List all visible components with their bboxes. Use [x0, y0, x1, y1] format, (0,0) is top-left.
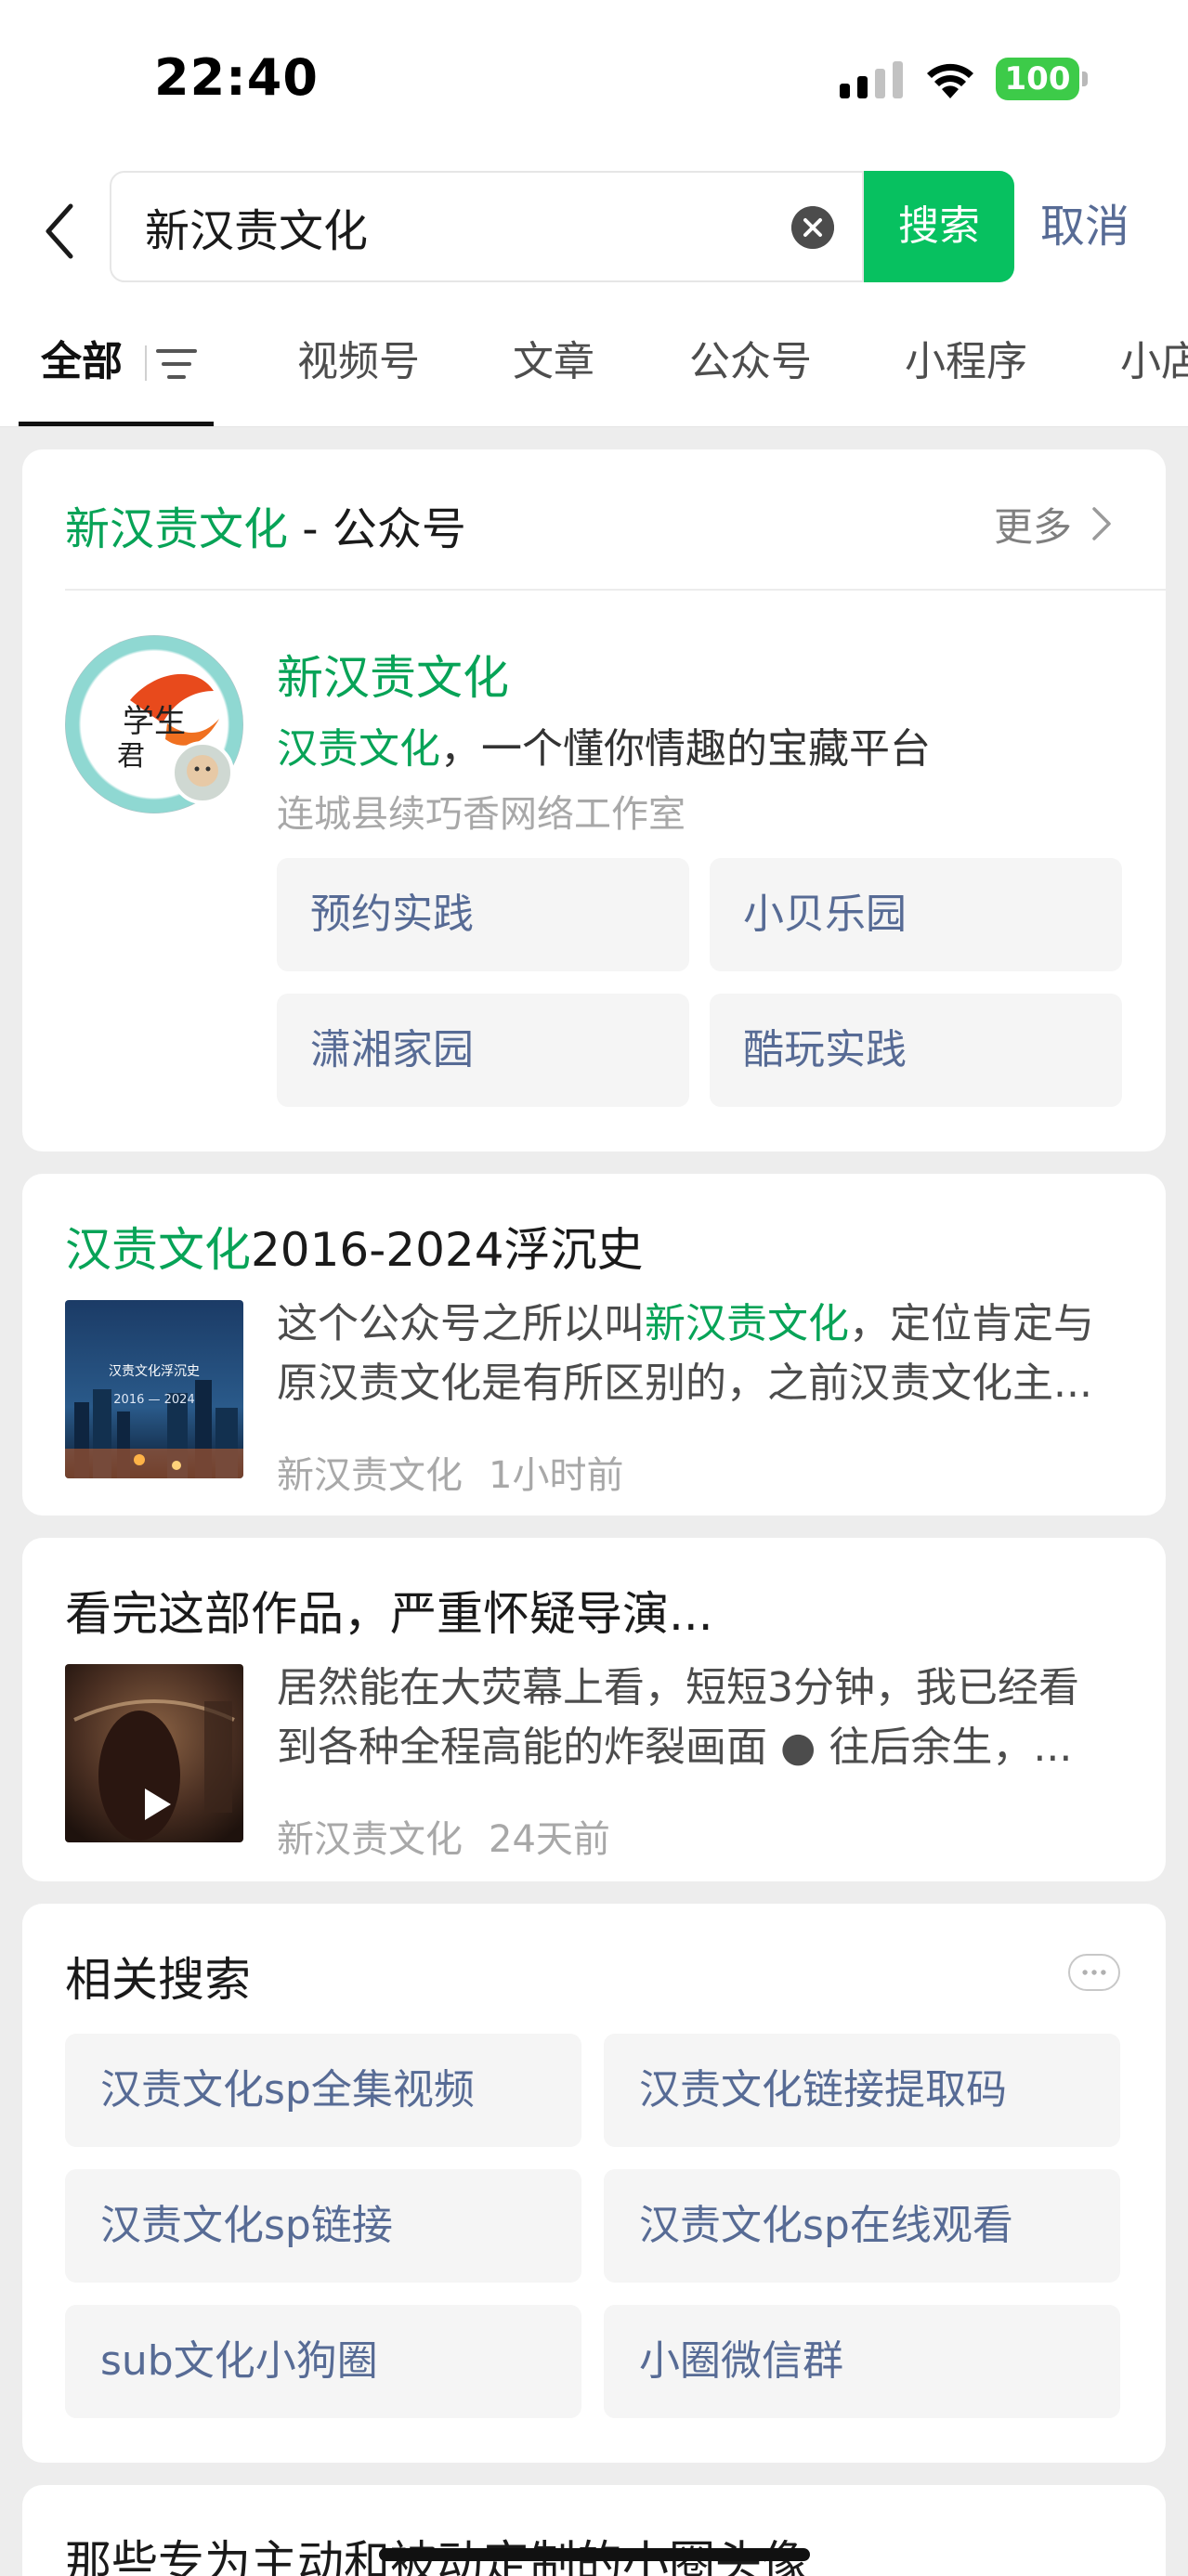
- related-search-item[interactable]: 汉责文化链接提取码: [604, 2034, 1120, 2147]
- article-meta: 新汉责文化 24天前: [277, 1818, 610, 1861]
- thumbnail-years: 2016 — 2024: [113, 1393, 195, 1407]
- related-search-item[interactable]: 汉责文化sp链接: [65, 2169, 581, 2283]
- official-account-card: 新汉责文化 - 公众号 更多 学生 君 新汉责文化 汉责文化，一个懂你情趣的宝藏…: [22, 449, 1166, 1151]
- filter-tabs: 全部 视频号 文章 公众号 小程序 小店: [0, 297, 1188, 427]
- wifi-icon: [927, 63, 973, 98]
- battery-icon: 100: [996, 58, 1079, 100]
- related-search-item[interactable]: 小圈微信群: [604, 2305, 1120, 2418]
- tab-all[interactable]: 全部: [41, 297, 123, 426]
- article-snippet: 居然能在大荧幕上看，短短3分钟，我已经看 到各种全程高能的炸裂画面 ● 往后余生…: [277, 1664, 1079, 1771]
- svg-text:君: 君: [117, 740, 145, 773]
- clear-icon[interactable]: [791, 206, 834, 249]
- section-title: 新汉责文化 - 公众号: [65, 503, 466, 555]
- more-link[interactable]: 更多: [994, 496, 1072, 553]
- tab-shops[interactable]: 小店: [1120, 297, 1188, 426]
- account-menu-item[interactable]: 预约实践: [277, 858, 689, 971]
- related-search-item[interactable]: 汉责文化sp全集视频: [65, 2034, 581, 2147]
- article-result[interactable]: 汉责文化2016-2024浮沉史 汉责文化浮沉史 2016 — 2024 这个公…: [22, 1174, 1166, 1516]
- article-meta: 新汉责文化 1小时前: [277, 1454, 624, 1497]
- account-menu-item[interactable]: 潇湘家园: [277, 994, 689, 1107]
- search-box: [110, 171, 864, 282]
- account-menu-item[interactable]: 酷玩实践: [710, 994, 1122, 1107]
- article-title[interactable]: 看完这部作品，严重怀疑导演...: [65, 1577, 713, 1644]
- article-snippet: 这个公众号之所以叫新汉责文化，定位肯定与 原汉责文化是有所区别的，之前汉责文化主…: [277, 1300, 1094, 1407]
- city-night-image: [65, 1300, 243, 1478]
- tab-channels[interactable]: 视频号: [297, 297, 420, 426]
- tab-divider: [145, 345, 147, 381]
- related-searches-card: 相关搜索 汉责文化sp全集视频 汉责文化链接提取码 汉责文化sp链接 汉责文化s…: [22, 1904, 1166, 2463]
- avatar-logo-image: 学生 君: [117, 673, 234, 804]
- svg-text:学生: 学生: [123, 703, 186, 740]
- tab-articles[interactable]: 文章: [513, 297, 594, 426]
- active-tab-indicator: [19, 422, 214, 426]
- article-result[interactable]: 看完这部作品，严重怀疑导演... 居然能在大荧幕上看，短短3分钟，我已经看 到各…: [22, 1538, 1166, 1881]
- play-icon[interactable]: [134, 1783, 176, 1826]
- tab-mini-programs[interactable]: 小程序: [905, 297, 1027, 426]
- status-time: 22:40: [154, 48, 319, 107]
- account-menu-item[interactable]: 小贝乐园: [710, 858, 1122, 971]
- search-bar: 搜索 取消: [0, 158, 1188, 297]
- search-input[interactable]: [145, 173, 777, 280]
- article-result[interactable]: 那些专为主动和被动定制的小圈头像: [22, 2485, 1166, 2576]
- account-avatar[interactable]: 学生 君: [65, 635, 243, 813]
- filter-icon[interactable]: [156, 345, 197, 383]
- account-description: 汉责文化，一个懂你情趣的宝藏平台: [277, 725, 931, 773]
- status-bar: 22:40 100: [0, 0, 1188, 158]
- video-thumbnail[interactable]: [65, 1664, 243, 1842]
- more-options-icon[interactable]: [1068, 1954, 1120, 1991]
- home-indicator: [379, 2548, 810, 2561]
- cellular-signal-icon: [840, 61, 903, 98]
- related-search-item[interactable]: sub文化小狗圈: [65, 2305, 581, 2418]
- article-title[interactable]: 汉责文化2016-2024浮沉史: [65, 1213, 644, 1280]
- battery-cap: [1082, 72, 1088, 86]
- related-search-item[interactable]: 汉责文化sp在线观看: [604, 2169, 1120, 2283]
- account-name[interactable]: 新汉责文化: [277, 641, 509, 708]
- cancel-button[interactable]: 取消: [1040, 171, 1180, 282]
- related-searches-title: 相关搜索: [65, 1953, 251, 2007]
- account-organization: 连城县续巧香网络工作室: [277, 793, 685, 836]
- divider: [65, 589, 1166, 591]
- article-thumbnail[interactable]: 汉责文化浮沉史 2016 — 2024: [65, 1300, 243, 1478]
- search-button[interactable]: 搜索: [864, 171, 1014, 282]
- chevron-right-icon[interactable]: [1090, 505, 1113, 542]
- back-arrow-icon[interactable]: [37, 199, 84, 264]
- tab-official-accounts[interactable]: 公众号: [689, 297, 812, 426]
- thumbnail-caption: 汉责文化浮沉史: [109, 1364, 200, 1379]
